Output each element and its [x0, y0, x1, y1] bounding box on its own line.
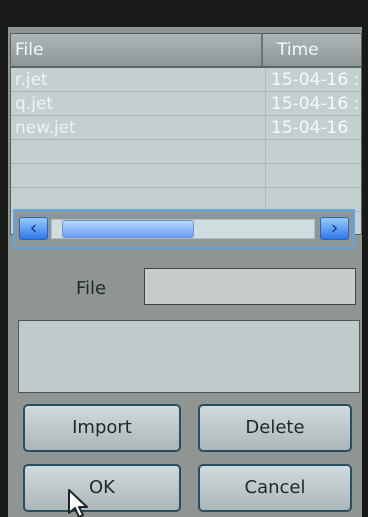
file-time-cell: 15-04-16	[271, 118, 349, 138]
file-row[interactable]: q.jet 15-04-16 :	[11, 92, 361, 116]
delete-button[interactable]: Delete	[198, 404, 352, 452]
scroll-track[interactable]	[51, 219, 315, 239]
chevron-left-icon[interactable]: ‹	[19, 217, 48, 240]
file-dialog: File Time r.jet 15-04-16 : q.jet 15-04-1…	[8, 27, 362, 517]
file-list-header: File Time	[11, 34, 361, 68]
file-name-input[interactable]	[144, 268, 356, 305]
empty-file-row	[11, 140, 361, 164]
cancel-button[interactable]: Cancel	[198, 464, 352, 512]
file-name-cell: q.jet	[15, 94, 54, 114]
message-box	[18, 320, 360, 393]
file-row[interactable]: r.jet 15-04-16 :	[11, 68, 361, 92]
chevron-right-icon[interactable]: ›	[320, 217, 349, 240]
file-column-header[interactable]: File	[11, 34, 263, 66]
file-list[interactable]: File Time r.jet 15-04-16 : q.jet 15-04-1…	[10, 33, 362, 235]
scroll-thumb[interactable]	[62, 220, 194, 238]
import-button[interactable]: Import	[23, 404, 181, 452]
file-time-cell: 15-04-16 :	[271, 70, 360, 90]
empty-file-row	[11, 164, 361, 188]
file-name-cell: r.jet	[15, 70, 48, 90]
horizontal-scrollbar[interactable]: ‹ ›	[13, 209, 355, 249]
file-time-cell: 15-04-16 :	[271, 94, 360, 114]
file-label: File	[76, 278, 107, 299]
file-row[interactable]: new.jet 15-04-16	[11, 116, 361, 140]
ok-button[interactable]: OK	[23, 464, 181, 512]
time-column-header[interactable]: Time	[267, 34, 361, 66]
file-name-cell: new.jet	[15, 118, 76, 138]
